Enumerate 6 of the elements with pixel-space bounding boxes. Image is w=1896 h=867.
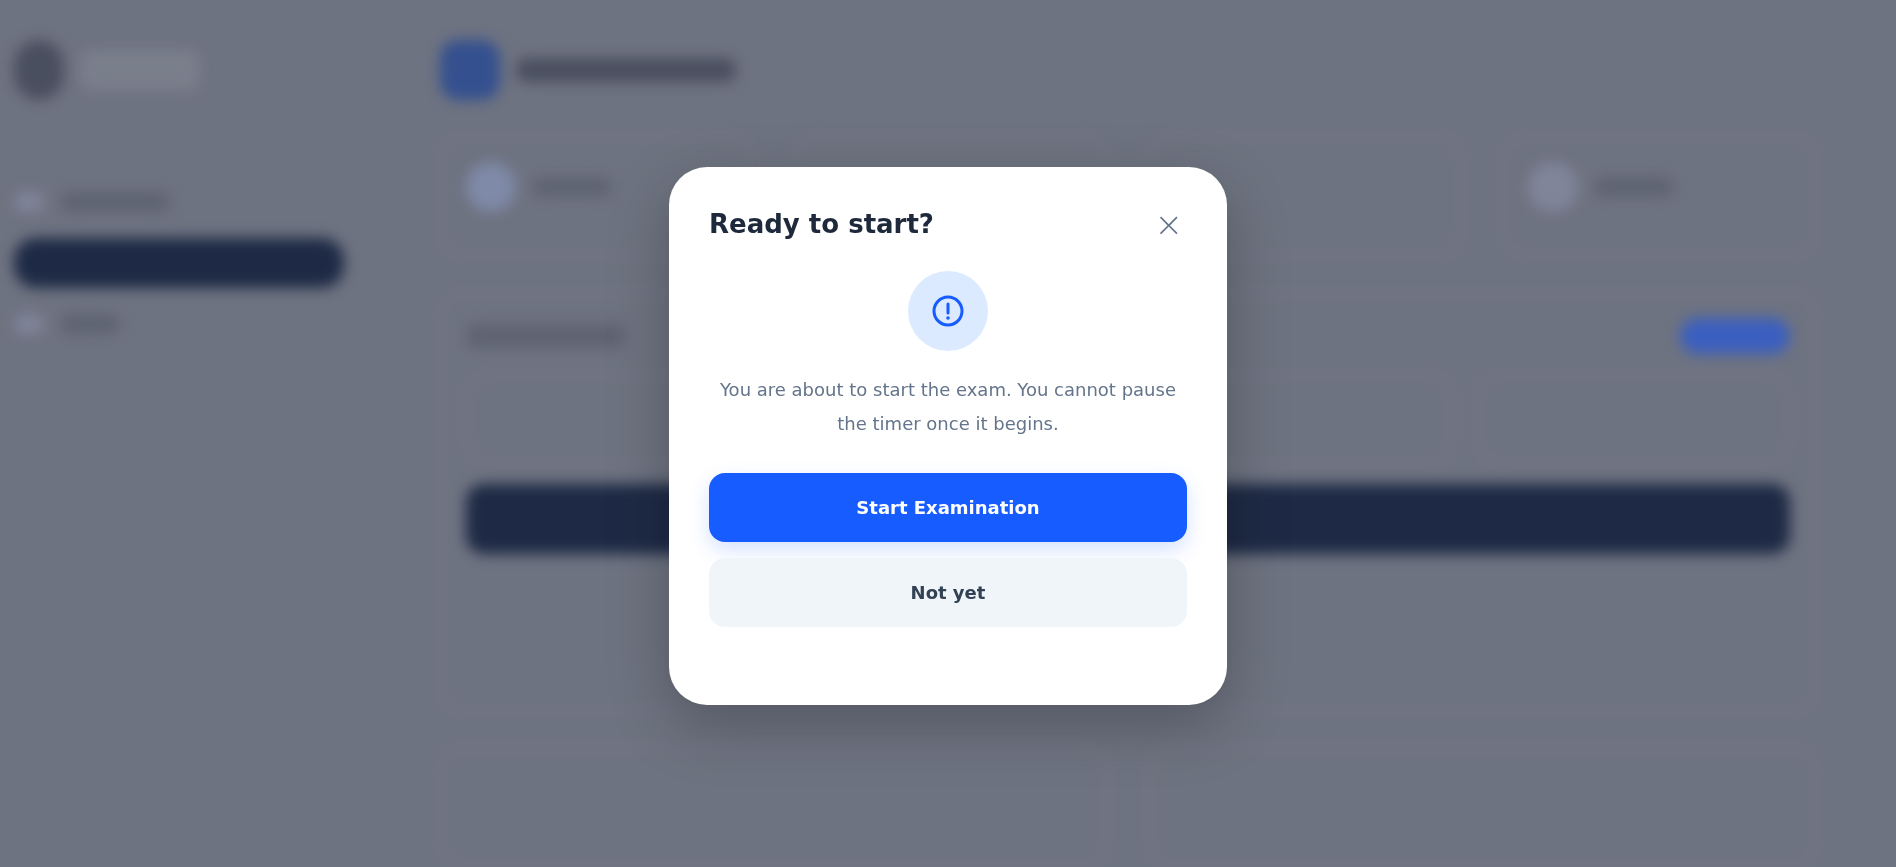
- start-button[interactable]: Start Examination: [709, 472, 1187, 542]
- close-button[interactable]: ×: [1150, 206, 1187, 241]
- dialog-title: Ready to start?: [709, 208, 934, 239]
- cancel-button[interactable]: Not yet: [709, 557, 1187, 627]
- dialog-message: You are about to start the exam. You cannot pause the timer once it begins.: [719, 377, 1177, 436]
- exclamation-circle-icon: [931, 293, 965, 328]
